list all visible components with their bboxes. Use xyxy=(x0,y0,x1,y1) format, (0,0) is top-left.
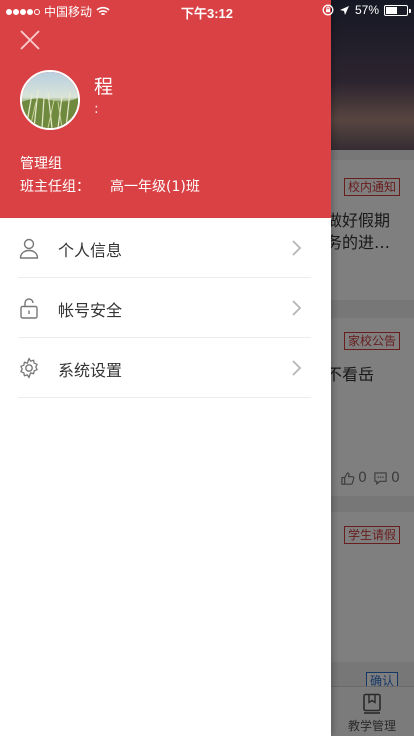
group-label: 管理组 xyxy=(20,156,62,172)
chevron-right-icon xyxy=(292,300,302,316)
menu-item-system-settings[interactable]: 系统设置 xyxy=(18,338,311,398)
rotation-lock-icon xyxy=(322,4,334,16)
menu-label: 系统设置 xyxy=(58,361,123,380)
avatar-image xyxy=(22,72,78,128)
menu-item-account-security[interactable]: 帐号安全 xyxy=(18,278,311,338)
side-drawer: 程 : 管理组 班主任组： 高一年级(1)班 个人信息 帐号安全 系统设置 xyxy=(0,0,331,736)
battery-icon xyxy=(384,4,411,16)
battery-percent: 57% xyxy=(354,3,379,17)
head-teacher-label: 班主任组： xyxy=(20,179,90,195)
drawer-menu: 个人信息 帐号安全 系统设置 xyxy=(0,218,331,398)
chevron-right-icon xyxy=(292,240,302,256)
lock-icon xyxy=(20,298,38,319)
drawer-header: 程 : 管理组 班主任组： 高一年级(1)班 xyxy=(0,0,331,218)
menu-label: 个人信息 xyxy=(58,241,123,260)
close-icon[interactable] xyxy=(18,28,42,52)
person-icon xyxy=(19,238,39,259)
avatar[interactable] xyxy=(20,70,80,130)
user-name: 程 xyxy=(94,76,114,98)
location-arrow-icon xyxy=(339,5,349,15)
user-subtitle: : xyxy=(94,101,99,117)
battery-fill xyxy=(386,6,398,14)
head-teacher-class: 高一年级(1)班 xyxy=(110,179,200,195)
menu-item-personal-info[interactable]: 个人信息 xyxy=(18,218,311,278)
chevron-right-icon xyxy=(292,360,302,376)
menu-label: 帐号安全 xyxy=(58,301,123,320)
status-bar: 中国移动 下午3:12 57% xyxy=(0,0,414,21)
gear-icon xyxy=(20,357,38,379)
